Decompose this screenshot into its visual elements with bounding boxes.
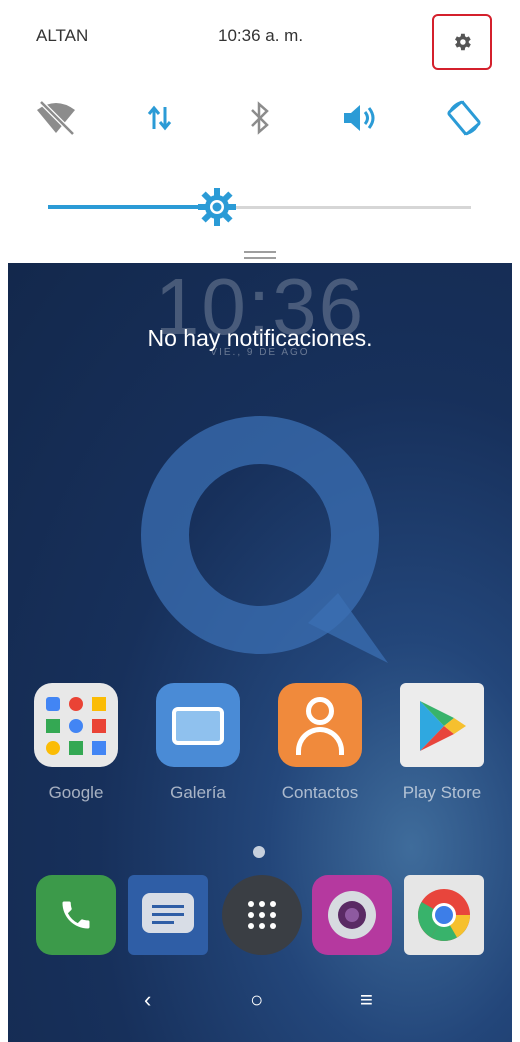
app-contacts[interactable] bbox=[278, 683, 362, 767]
app-google[interactable] bbox=[34, 683, 118, 767]
auto-rotate-icon bbox=[447, 100, 481, 136]
mobile-data-toggle[interactable] bbox=[136, 94, 184, 142]
home-screen: 10:36 VIE., 9 DE AGO No hay notificacion… bbox=[8, 263, 512, 1042]
home-button[interactable]: ○ bbox=[250, 987, 263, 1013]
contacts-icon bbox=[278, 683, 362, 767]
app-label-google: Google bbox=[48, 783, 104, 802]
panel-drag-handle[interactable] bbox=[244, 251, 276, 253]
wifi-off-icon bbox=[37, 100, 75, 136]
bluetooth-icon bbox=[251, 101, 269, 135]
volume-icon bbox=[344, 105, 375, 131]
app-gallery[interactable] bbox=[156, 683, 240, 767]
app-label-gallery: Galería bbox=[170, 783, 226, 802]
gear-icon bbox=[455, 33, 471, 51]
wifi-toggle[interactable] bbox=[32, 94, 80, 142]
recents-button[interactable]: ≡ bbox=[360, 987, 373, 1013]
app-play-store[interactable] bbox=[400, 683, 484, 767]
app-label-contacts: Contactos bbox=[281, 783, 359, 802]
app-label-play-store: Play Store bbox=[402, 783, 482, 802]
carrier-name: ALTAN bbox=[36, 26, 89, 45]
back-button[interactable]: ‹ bbox=[144, 987, 151, 1013]
brightness-icon bbox=[198, 188, 237, 226]
app-drawer-icon[interactable] bbox=[222, 875, 302, 955]
phone-icon[interactable] bbox=[36, 875, 116, 955]
auto-rotate-toggle[interactable] bbox=[440, 94, 488, 142]
panel-drag-handle-line bbox=[244, 257, 276, 259]
bluetooth-toggle[interactable] bbox=[236, 94, 284, 142]
messages-icon[interactable] bbox=[128, 875, 208, 955]
status-time: 10:36 a. m. bbox=[218, 26, 304, 45]
settings-button[interactable] bbox=[432, 14, 492, 70]
brightness-fill bbox=[48, 205, 218, 209]
brightness-slider-thumb[interactable] bbox=[198, 188, 237, 226]
mobile-data-icon bbox=[147, 105, 172, 131]
camera-icon[interactable] bbox=[312, 875, 392, 955]
no-notifications-text: No hay notificaciones. bbox=[147, 325, 373, 351]
page-indicator bbox=[253, 846, 265, 858]
google-folder-icon bbox=[34, 683, 118, 767]
play-store-icon bbox=[400, 683, 484, 767]
gallery-icon bbox=[156, 683, 240, 767]
sound-toggle[interactable] bbox=[336, 94, 384, 142]
chrome-icon[interactable] bbox=[404, 875, 484, 955]
